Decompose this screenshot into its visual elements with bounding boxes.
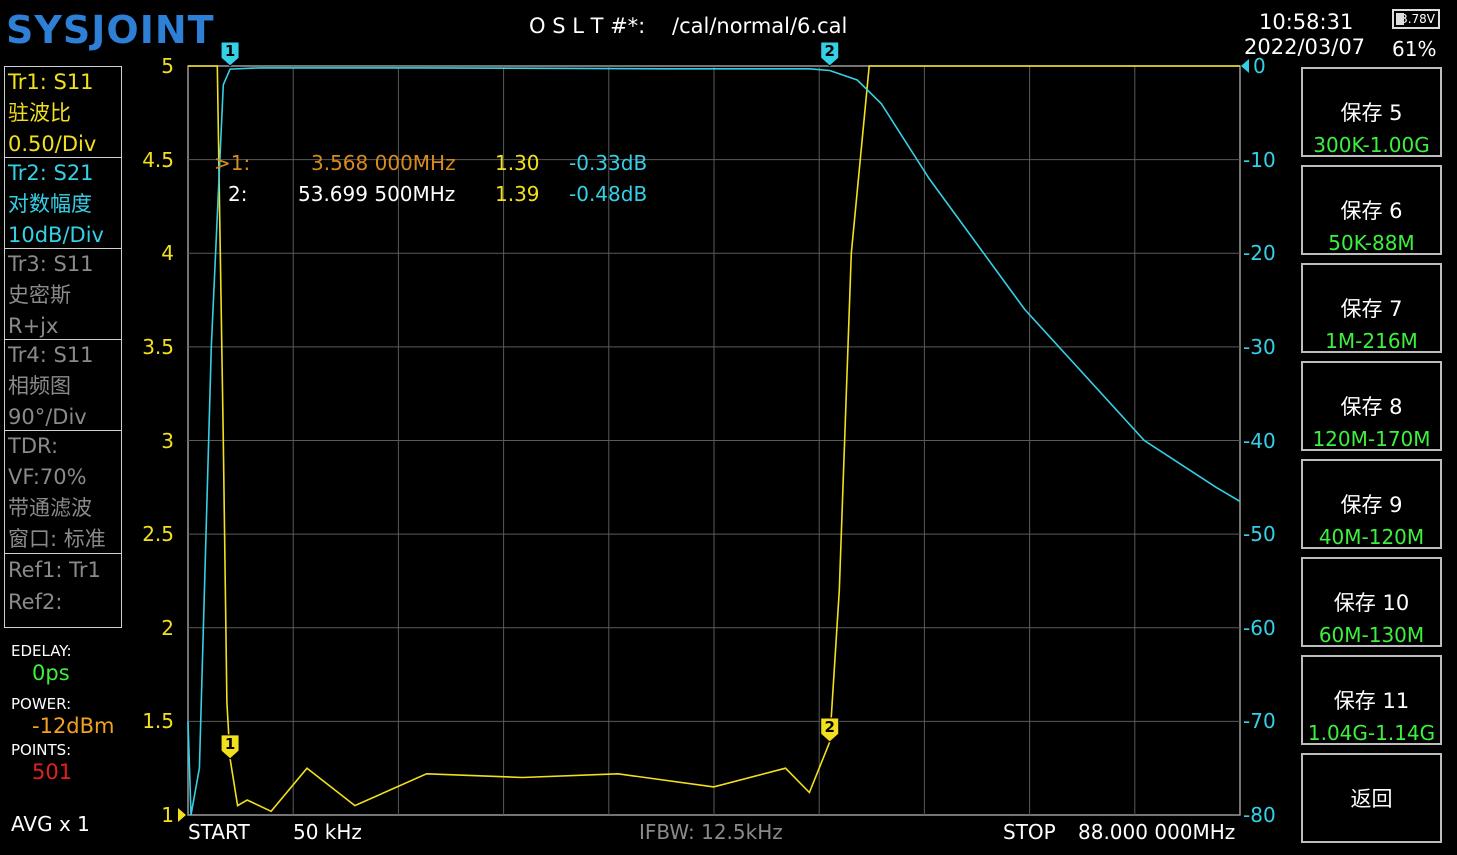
save-11-button[interactable]: 保存 11 1.04G-1.14G [1301,655,1442,745]
marker-1-db: -0.33dB [569,151,648,175]
marker-2-s11-flag[interactable]: 2 [820,717,840,743]
svg-text:1: 1 [225,735,235,753]
save-9-title: 保存 9 [1340,493,1403,517]
chart-svg[interactable]: 1 2 1 2 [0,0,1457,855]
svg-text:2: 2 [825,718,835,736]
save-10-range: 60M-130M [1318,623,1425,647]
save-6-title: 保存 6 [1340,199,1403,223]
save-8-title: 保存 8 [1340,395,1403,419]
save-8-button[interactable]: 保存 8 120M-170M [1301,361,1442,451]
start-value[interactable]: 50 kHz [293,820,362,844]
save-10-title: 保存 10 [1333,591,1410,615]
save-6-range: 50K-88M [1328,231,1415,255]
tr1-ref-arrow [178,808,186,822]
save-5-button[interactable]: 保存 5 300K-1.00G [1301,67,1442,157]
svg-text:1: 1 [225,42,235,60]
marker-1-id: >1: [214,151,251,175]
start-label: START [188,820,250,844]
marker-2-freq: 53.699 500MHz [298,182,456,206]
marker-1-swr: 1.30 [495,151,540,175]
marker-1-s11-flag[interactable]: 1 [220,734,240,760]
marker-2-id: 2: [228,182,248,206]
back-button[interactable]: 返回 [1301,753,1442,843]
stop-label: STOP [1003,820,1056,844]
marker-1-s21-flag[interactable]: 1 [220,41,240,67]
marker-2-swr: 1.39 [495,182,540,206]
save-7-range: 1M-216M [1325,329,1418,353]
ifbw-label: IFBW: 12.5kHz [639,820,783,844]
save-5-title: 保存 5 [1340,101,1403,125]
save-8-range: 120M-170M [1312,427,1431,451]
stop-value[interactable]: 88.000 000MHz [1078,820,1235,844]
marker-2-db: -0.48dB [569,182,648,206]
save-9-range: 40M-120M [1318,525,1425,549]
save-11-title: 保存 11 [1333,689,1410,713]
save-11-range: 1.04G-1.14G [1307,721,1436,745]
marker-1-freq: 3.568 000MHz [311,151,456,175]
save-5-range: 300K-1.00G [1313,133,1430,157]
tr2-ref-arrow [1241,59,1249,73]
save-10-button[interactable]: 保存 10 60M-130M [1301,557,1442,647]
marker-2-s21-flag[interactable]: 2 [820,41,840,67]
save-7-button[interactable]: 保存 7 1M-216M [1301,263,1442,353]
save-7-title: 保存 7 [1340,297,1403,321]
svg-text:2: 2 [825,42,835,60]
back-label: 返回 [1350,787,1393,811]
save-9-button[interactable]: 保存 9 40M-120M [1301,459,1442,549]
save-6-button[interactable]: 保存 6 50K-88M [1301,165,1442,255]
